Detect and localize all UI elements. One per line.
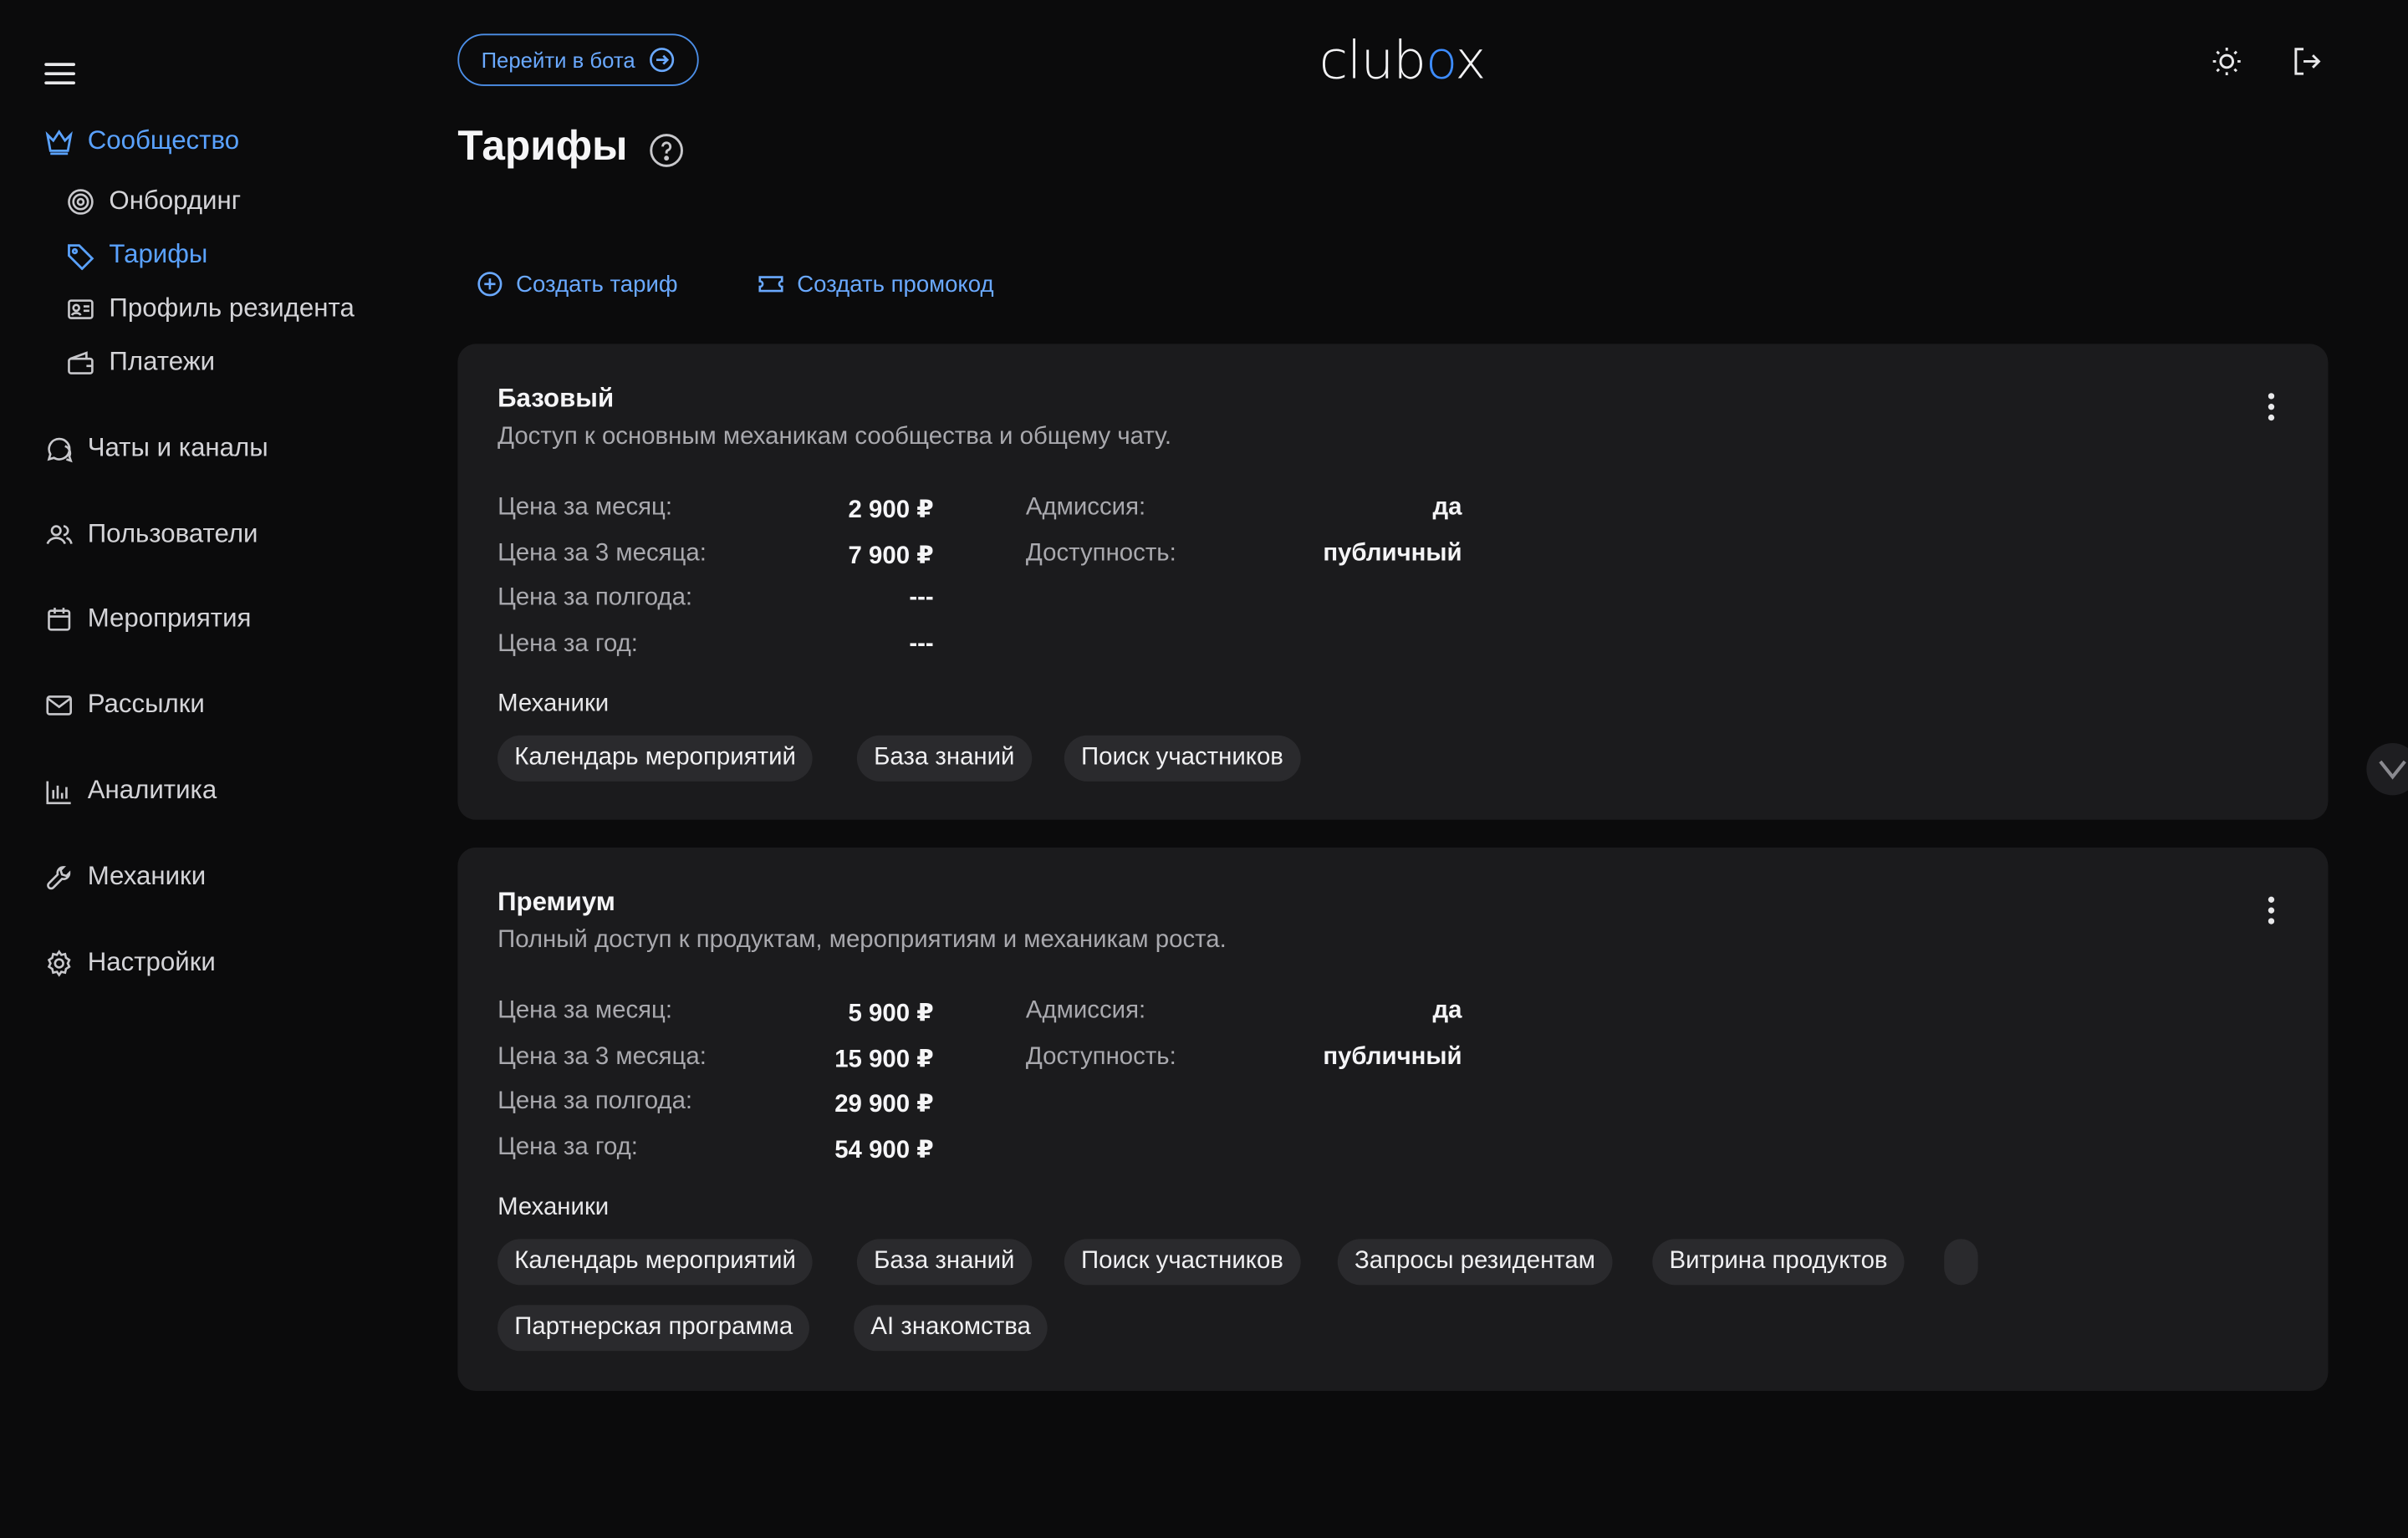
sidebar-item-tariffs[interactable]: Тарифы bbox=[66, 240, 207, 271]
more-options-icon[interactable] bbox=[2267, 393, 2276, 421]
create-tariff-label: Создать тариф bbox=[516, 271, 678, 298]
mechanic-chip: Запросы резидентам bbox=[1337, 1239, 1613, 1286]
mechanic-chip: AI знакомства bbox=[854, 1305, 1048, 1352]
sidebar-item-events[interactable]: Мероприятия bbox=[44, 603, 251, 634]
id-card-icon bbox=[68, 298, 94, 318]
price-half-label: Цена за полгода: bbox=[497, 584, 693, 612]
plus-circle-icon bbox=[477, 272, 503, 297]
sidebar-item-label: Платежи bbox=[109, 347, 216, 376]
sidebar-item-mailings[interactable]: Рассылки bbox=[44, 690, 205, 721]
chat-icon bbox=[47, 436, 73, 462]
tariff-card: Премиум Полный доступ к продуктам, мероп… bbox=[457, 847, 2329, 1392]
logout-icon[interactable] bbox=[2290, 44, 2324, 78]
arrow-right-circle-icon bbox=[649, 48, 674, 73]
mechanic-chip: Витрина продуктов bbox=[1652, 1239, 1905, 1286]
go-to-bot-label: Перейти в бота bbox=[481, 47, 635, 73]
admission-label: Адмиссия: bbox=[1025, 494, 1146, 521]
sidebar-item-label: Онбординг bbox=[109, 186, 242, 216]
sidebar-item-label: Настройки bbox=[87, 947, 216, 977]
sidebar-item-label: Аналитика bbox=[87, 775, 217, 805]
users-icon bbox=[46, 524, 73, 544]
theme-toggle-sun-icon[interactable] bbox=[2210, 44, 2243, 78]
admission-value: да bbox=[1432, 997, 1462, 1025]
sidebar-item-label: Механики bbox=[87, 861, 207, 891]
logo: clubox bbox=[1319, 30, 1487, 93]
sidebar-item-label: Чаты и каналы bbox=[87, 432, 268, 462]
sidebar-item-mechanics[interactable]: Механики bbox=[44, 861, 206, 892]
price-3months-value: 15 900 ₽ bbox=[834, 1047, 934, 1073]
sidebar-item-label: Профиль резидента bbox=[109, 293, 355, 323]
price-half-value: --- bbox=[909, 584, 934, 612]
sidebar-item-label: Тарифы bbox=[109, 239, 208, 269]
price-3months-label: Цена за 3 месяца: bbox=[497, 540, 707, 567]
mechanic-chip: База знаний bbox=[856, 735, 1032, 782]
sidebar-item-payments[interactable]: Платежи bbox=[66, 347, 215, 378]
sidebar-item-users[interactable]: Пользователи bbox=[44, 519, 258, 550]
availability-label: Доступность: bbox=[1025, 1043, 1176, 1071]
create-promo-button[interactable]: Создать промокод bbox=[757, 270, 994, 298]
price-3months-label: Цена за 3 месяца: bbox=[497, 1043, 707, 1071]
price-month-value: 2 900 ₽ bbox=[848, 497, 934, 524]
price-year-value: 54 900 ₽ bbox=[834, 1137, 934, 1164]
mechanic-chip-empty bbox=[1944, 1239, 1978, 1286]
create-tariff-button[interactable]: Создать тариф bbox=[476, 270, 678, 298]
create-promo-label: Создать промокод bbox=[797, 271, 994, 298]
mechanic-chip: Поиск участников bbox=[1064, 1239, 1301, 1286]
sidebar-item-chats[interactable]: Чаты и каналы bbox=[44, 433, 268, 464]
target-icon bbox=[68, 188, 94, 214]
price-year-label: Цена за год: bbox=[497, 1134, 638, 1161]
help-icon[interactable] bbox=[648, 132, 685, 169]
availability-value: публичный bbox=[1323, 1043, 1462, 1071]
price-half-label: Цена за полгода: bbox=[497, 1088, 693, 1115]
sidebar-item-label: Пользователи bbox=[87, 518, 258, 548]
admission-label: Адмиссия: bbox=[1025, 997, 1146, 1025]
tariff-card: Базовый Доступ к основным механикам сооб… bbox=[457, 344, 2329, 820]
sidebar-item-label: Мероприятия bbox=[87, 603, 252, 633]
price-month-label: Цена за месяц: bbox=[497, 494, 673, 521]
sidebar-item-label: Рассылки bbox=[87, 689, 205, 719]
tag-icon bbox=[68, 243, 94, 270]
mail-icon bbox=[46, 695, 72, 715]
sidebar-item-community[interactable]: Сообщество bbox=[44, 126, 239, 157]
mechanic-chip: База знаний bbox=[856, 1239, 1032, 1286]
ticket-icon bbox=[758, 276, 783, 293]
availability-value: публичный bbox=[1323, 540, 1462, 567]
page-title: Тарифы bbox=[457, 122, 628, 170]
mechanic-chip: Партнерская программа bbox=[497, 1305, 810, 1352]
go-to-bot-button[interactable]: Перейти в бота bbox=[457, 33, 699, 86]
chevron-down-icon bbox=[2379, 760, 2406, 780]
gear-icon bbox=[47, 949, 71, 976]
tariff-name: Премиум bbox=[497, 887, 615, 917]
more-options-icon[interactable] bbox=[2267, 896, 2276, 924]
price-month-value: 5 900 ₽ bbox=[848, 1001, 934, 1027]
menu-icon[interactable] bbox=[44, 59, 75, 86]
tariff-description: Доступ к основным механикам сообщества и… bbox=[497, 423, 1172, 451]
calendar-icon bbox=[48, 607, 71, 630]
sidebar-item-onboarding[interactable]: Онбординг bbox=[66, 186, 241, 216]
admission-value: да bbox=[1432, 494, 1462, 521]
sidebar-item-label: Сообщество bbox=[87, 125, 240, 155]
sidebar-item-analytics[interactable]: Аналитика bbox=[44, 776, 217, 807]
price-year-value: --- bbox=[909, 630, 934, 658]
mechanics-title: Механики bbox=[497, 690, 610, 717]
price-3months-value: 7 900 ₽ bbox=[848, 543, 934, 570]
sidebar-item-settings[interactable]: Настройки bbox=[44, 947, 216, 978]
mechanic-chip: Календарь мероприятий bbox=[497, 1239, 814, 1286]
tariff-description: Полный доступ к продуктам, мероприятиям … bbox=[497, 927, 1227, 954]
wallet-icon bbox=[68, 350, 94, 374]
price-month-label: Цена за месяц: bbox=[497, 997, 673, 1025]
wrench-icon bbox=[47, 865, 71, 889]
tariff-name: Базовый bbox=[497, 384, 615, 414]
availability-label: Доступность: bbox=[1025, 540, 1176, 567]
price-half-value: 29 900 ₽ bbox=[834, 1091, 934, 1118]
scroll-down-button[interactable] bbox=[2366, 742, 2408, 796]
mechanic-chip: Календарь мероприятий bbox=[497, 735, 814, 782]
crown-icon bbox=[45, 129, 73, 155]
mechanics-title: Механики bbox=[497, 1194, 610, 1221]
sidebar-item-resident-profile[interactable]: Профиль резидента bbox=[66, 293, 355, 324]
price-year-label: Цена за год: bbox=[497, 630, 638, 658]
mechanic-chip: Поиск участников bbox=[1064, 735, 1301, 782]
bar-chart-icon bbox=[46, 780, 71, 804]
